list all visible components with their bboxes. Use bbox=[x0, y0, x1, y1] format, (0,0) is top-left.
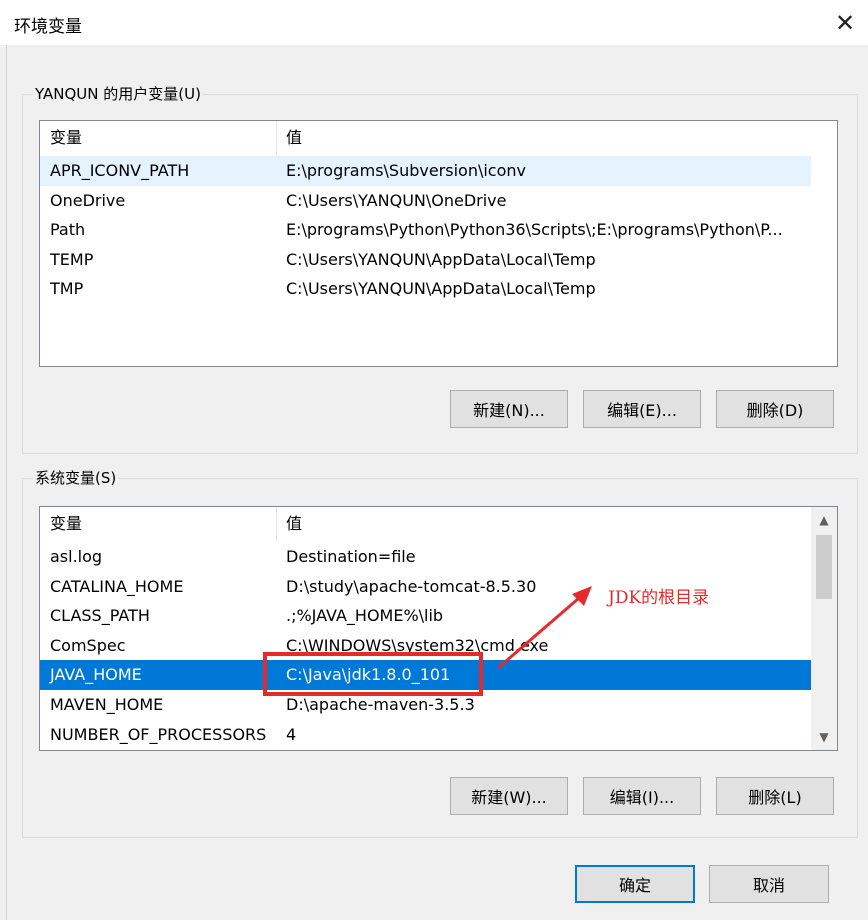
variable-value-cell: C:\Users\YANQUN\AppData\Local\Temp bbox=[286, 279, 596, 299]
system-list-header: 变量 值 bbox=[40, 507, 811, 541]
variable-name-cell: NUMBER_OF_PROCESSORS bbox=[50, 724, 267, 744]
table-row[interactable]: asl.log Destination=file bbox=[40, 542, 811, 572]
cancel-button[interactable]: 取消 bbox=[709, 865, 829, 903]
vertical-scrollbar[interactable]: ▲ ▼ bbox=[811, 507, 837, 750]
system-variables-label: 系统变量(S) bbox=[33, 467, 119, 488]
variable-name-cell: APR_ICONV_PATH bbox=[50, 161, 190, 180]
variable-value-cell: E:\programs\Python\Python36\Scripts\;E:\… bbox=[286, 220, 783, 240]
user-variables-label: YANQUN 的用户变量(U) bbox=[33, 83, 203, 104]
system-variables-list[interactable]: 变量 值 asl.log Destination=file CATALINA_HOM… bbox=[39, 506, 838, 751]
window-title: 环境变量 bbox=[14, 17, 82, 37]
scroll-down-icon[interactable]: ▼ bbox=[811, 724, 837, 750]
variable-value-cell: C:\Users\YANQUN\AppData\Local\Temp bbox=[286, 249, 596, 269]
window-edge bbox=[0, 45, 7, 920]
variable-value-cell: C:\Users\YANQUN\OneDrive bbox=[286, 190, 507, 210]
variable-name-cell: MAVEN_HOME bbox=[50, 695, 164, 714]
table-row[interactable]: TMP C:\Users\YANQUN\AppData\Local\Temp bbox=[40, 274, 811, 304]
variable-value-cell: D:\study\apache-tomcat-8.5.30 bbox=[286, 576, 537, 596]
variable-name-cell: CATALINA_HOME bbox=[50, 576, 184, 596]
column-separator[interactable] bbox=[276, 121, 277, 155]
ok-button[interactable]: 确定 bbox=[575, 865, 695, 903]
system-delete-button[interactable]: 删除(L) bbox=[716, 777, 834, 815]
annotation-highlight-box bbox=[263, 652, 483, 696]
user-new-button[interactable]: 新建(N)... bbox=[450, 390, 568, 428]
column-header-value[interactable]: 值 bbox=[286, 121, 302, 155]
system-new-button[interactable]: 新建(W)... bbox=[450, 777, 568, 815]
variable-value-cell: E:\programs\Subversion\iconv bbox=[286, 161, 526, 180]
variable-name-cell: TMP bbox=[50, 279, 84, 299]
scroll-up-icon[interactable]: ▲ bbox=[811, 507, 837, 533]
user-delete-button[interactable]: 删除(D) bbox=[716, 390, 834, 428]
user-list-header: 变量 值 bbox=[40, 121, 837, 155]
variable-name-cell: JAVA_HOME bbox=[50, 665, 142, 685]
variable-name-cell: TEMP bbox=[50, 249, 94, 269]
variable-name-cell: OneDrive bbox=[50, 190, 126, 210]
variable-name-cell: asl.log bbox=[50, 547, 103, 566]
table-row[interactable]: Path E:\programs\Python\Python36\Scripts\… bbox=[40, 215, 811, 245]
user-edit-button[interactable]: 编辑(E)... bbox=[583, 390, 701, 428]
close-icon[interactable]: ✕ bbox=[822, 0, 868, 45]
system-edit-button[interactable]: 编辑(I)... bbox=[583, 777, 701, 815]
variable-name-cell: ComSpec bbox=[50, 635, 126, 655]
column-separator[interactable] bbox=[276, 507, 277, 541]
table-row[interactable]: NUMBER_OF_PROCESSORS 4 bbox=[40, 720, 811, 750]
column-header-name[interactable]: 变量 bbox=[50, 121, 82, 155]
table-row[interactable]: OneDrive C:\Users\YANQUN\OneDrive bbox=[40, 186, 811, 216]
user-variables-list[interactable]: 变量 值 APR_ICONV_PATH E:\programs\Subversio… bbox=[39, 120, 838, 367]
variable-value-cell: Destination=file bbox=[286, 547, 416, 566]
variable-value-cell: .;%JAVA_HOME%\lib bbox=[286, 606, 444, 626]
variable-name-cell: CLASS_PATH bbox=[50, 606, 150, 626]
variable-value-cell: 4 bbox=[286, 724, 297, 744]
variable-name-cell: Path bbox=[50, 220, 86, 240]
table-row[interactable]: TEMP C:\Users\YANQUN\AppData\Local\Temp bbox=[40, 245, 811, 275]
table-row[interactable]: APR_ICONV_PATH E:\programs\Subversion\ico… bbox=[40, 156, 811, 186]
title-bar: 环境变量 ✕ bbox=[0, 0, 868, 45]
column-header-value[interactable]: 值 bbox=[286, 507, 302, 541]
annotation-label: JDK的根目录 bbox=[608, 588, 710, 608]
scrollbar-thumb[interactable] bbox=[816, 535, 832, 599]
column-header-name[interactable]: 变量 bbox=[50, 507, 82, 541]
